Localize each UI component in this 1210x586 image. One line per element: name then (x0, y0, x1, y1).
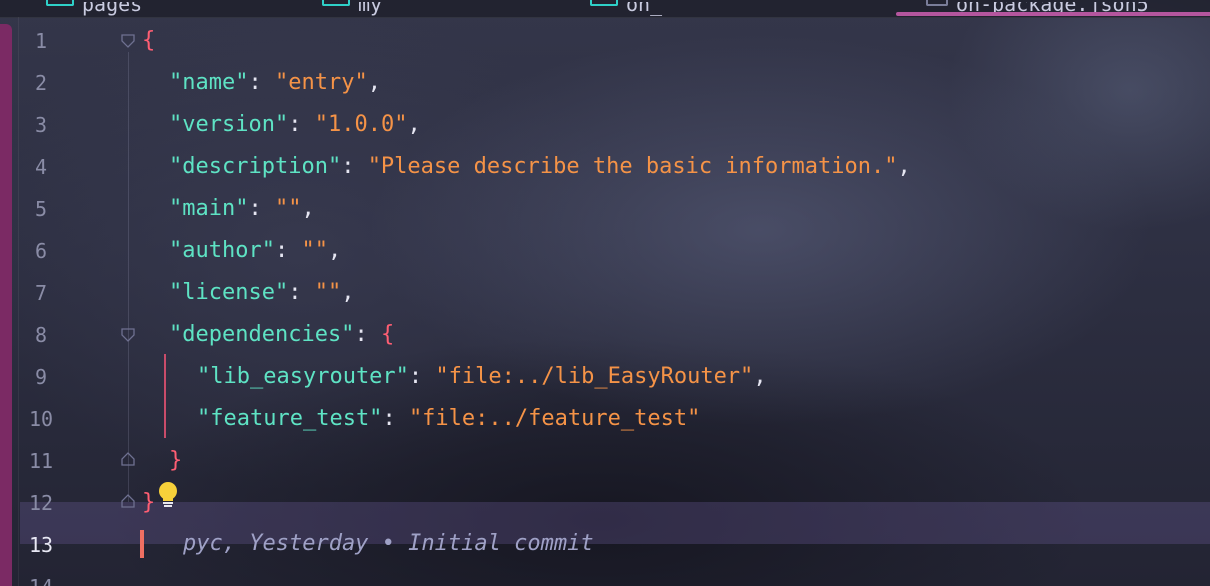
comma: , (897, 154, 911, 179)
code-line: 8 "dependencies": { (0, 314, 1210, 356)
code-line: 1 { (0, 20, 1210, 62)
line-number: 14 (20, 566, 62, 586)
code-text: "author": "", (169, 230, 341, 272)
json-key: "author" (169, 238, 275, 263)
colon: : (248, 70, 275, 95)
colon: : (354, 322, 381, 347)
colon: : (274, 238, 302, 263)
tab-label: pages (82, 0, 143, 16)
json-value: "" (314, 280, 342, 305)
fold-end-icon (121, 494, 135, 508)
comma: , (327, 238, 342, 263)
editor-window: pages my oh_ oh-package.json5 1 {2 "nam… (0, 0, 1210, 586)
json-key: "name" (169, 70, 249, 95)
line-number: 12 (28, 491, 54, 515)
code-text: "license": "", (169, 272, 354, 314)
open-brace: { (380, 322, 395, 347)
code-text: "lib_easyrouter": "file:../lib_EasyRoute… (197, 356, 767, 398)
line-number: 2 (34, 71, 48, 95)
code-line: 7 "license": "", (0, 272, 1210, 314)
active-tab-indicator (896, 12, 1210, 16)
json-key: "description" (169, 154, 342, 179)
line-number: 6 (34, 239, 48, 263)
colon: : (382, 406, 409, 431)
open-brace: { (142, 28, 156, 53)
code-text: "feature_test": "file:../feature_test" (197, 398, 700, 440)
code-line: 9 "lib_easyrouter": "file:../lib_EasyRou… (0, 356, 1210, 398)
code-line: 6 "author": "", (0, 230, 1210, 272)
code-text: "main": "", (169, 188, 315, 230)
colon: : (408, 364, 436, 389)
line-number: 1 (34, 29, 48, 53)
file-icon (46, 0, 74, 6)
json-value: "" (301, 238, 328, 263)
code-text: "description": "Please describe the basi… (169, 146, 911, 188)
comma: , (407, 112, 421, 137)
file-icon (926, 0, 948, 6)
comma: , (301, 196, 315, 221)
code-line: 14 (0, 566, 1210, 586)
code-line: 3 "version": "1.0.0", (0, 104, 1210, 146)
close-brace: } (142, 490, 156, 515)
code-line: 10 "feature_test": "file:../feature_test… (0, 398, 1210, 440)
json-key: "license" (169, 280, 289, 305)
json-value: "Please describe the basic information." (367, 154, 898, 179)
json-key: "feature_test" (197, 406, 383, 431)
line-number: 10 (28, 407, 54, 431)
line-number: 9 (34, 365, 48, 389)
code-line: 2 "name": "entry", (0, 62, 1210, 104)
line-number: 13 (28, 533, 54, 557)
file-icon (590, 0, 618, 6)
colon: : (288, 112, 315, 137)
line-number: 4 (34, 155, 48, 179)
close-brace: } (169, 448, 183, 473)
colon: : (248, 196, 275, 221)
fold-end-icon (121, 452, 135, 466)
lightbulb-icon[interactable] (156, 481, 180, 509)
comma: , (341, 280, 355, 305)
json-value: "entry" (274, 70, 368, 95)
line-number: 11 (28, 449, 54, 473)
code-line-current: 13 (0, 524, 1210, 566)
git-change-marker (140, 530, 144, 558)
code-line: 12 } (0, 482, 1210, 524)
tab-bar: pages my oh_ oh-package.json5 (0, 0, 1210, 18)
line-number: 8 (34, 323, 48, 347)
json-value: "1.0.0" (314, 112, 408, 137)
json-value: "file:../feature_test" (408, 406, 701, 431)
tab-label: my (358, 0, 383, 16)
colon: : (341, 154, 368, 179)
line-number: 7 (34, 281, 48, 305)
file-icon (322, 0, 350, 6)
fold-arrow-icon[interactable] (121, 34, 135, 48)
json-key: "version" (169, 112, 289, 137)
tab-label: oh_ (626, 0, 663, 16)
json-value: "" (274, 196, 302, 221)
json-key: "main" (169, 196, 249, 221)
json-key: "dependencies" (169, 322, 355, 347)
json-key: "lib_easyrouter" (197, 364, 409, 389)
code-line: 11 } (0, 440, 1210, 482)
fold-arrow-icon[interactable] (121, 328, 135, 342)
code-line: 5 "main": "", (0, 188, 1210, 230)
colon: : (288, 280, 315, 305)
comma: , (753, 364, 767, 389)
git-blame-annotation[interactable]: pyc, Yesterday • Initial commit (183, 523, 594, 565)
line-number: 3 (34, 113, 48, 137)
json-value: "file:../lib_EasyRouter" (435, 364, 754, 389)
code-line: 4 "description": "Please describe the ba… (0, 146, 1210, 188)
line-number: 5 (34, 197, 48, 221)
code-text: "name": "entry", (169, 62, 381, 104)
code-text: "version": "1.0.0", (169, 104, 421, 146)
code-text: "dependencies": { (169, 314, 394, 356)
comma: , (367, 70, 381, 95)
